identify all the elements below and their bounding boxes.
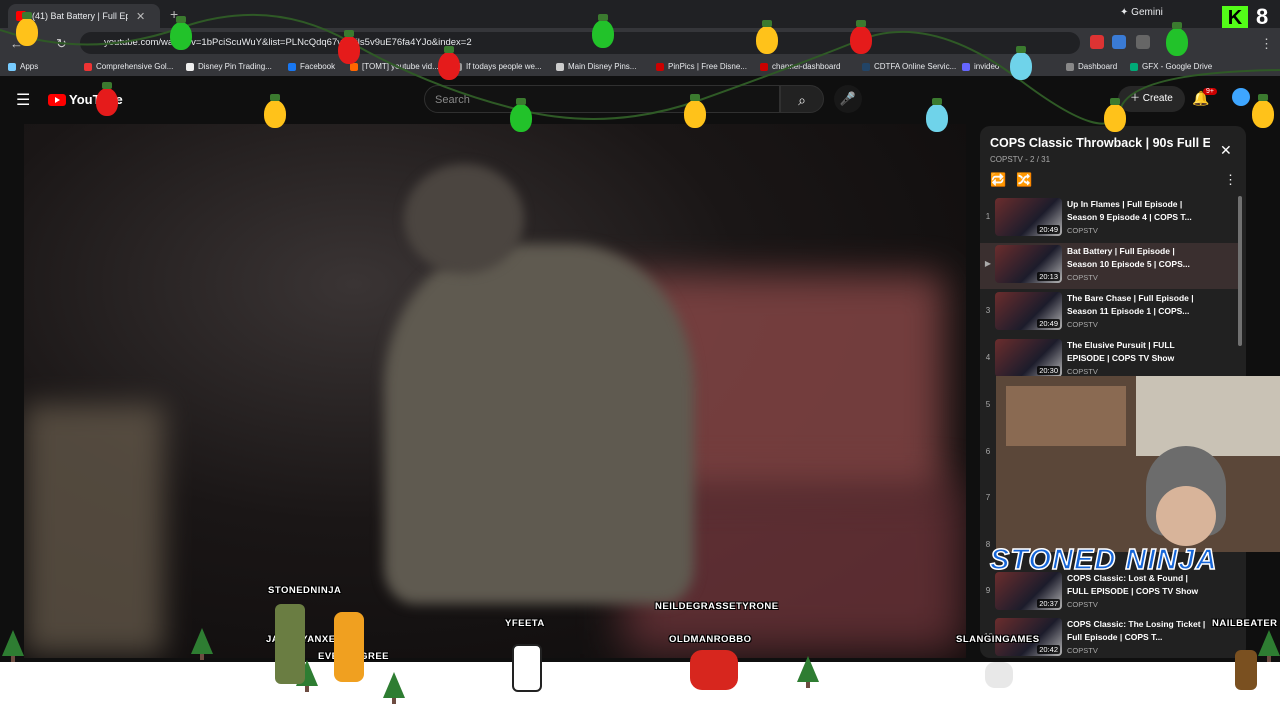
christmas-light-icon: [684, 94, 706, 128]
playlist-item-title[interactable]: COPS Classic: The Losing Ticket | Full E…: [1067, 618, 1207, 644]
chatter-name: NAILBEATER: [1212, 618, 1278, 629]
playlist-item-title[interactable]: The Bare Chase | Full Episode | Season 1…: [1067, 292, 1207, 318]
video-thumbnail[interactable]: 20:49: [995, 198, 1062, 236]
christmas-light-icon: [1252, 94, 1274, 128]
playlist-channel[interactable]: COPSTV: [990, 155, 1023, 164]
playlist-item-index: 6: [985, 447, 991, 456]
playlist-item[interactable]: 1 20:49 Up In Flames | Full Episode | Se…: [980, 196, 1242, 242]
playlist-item-channel: COPSTV: [1067, 646, 1098, 655]
duration-badge: 20:49: [1037, 319, 1060, 328]
christmas-light-icon: [16, 12, 38, 46]
chatter-name: SLANGINGAMES: [956, 634, 1040, 645]
christmas-light-icon: [850, 20, 872, 54]
christmas-light-icon: [1104, 98, 1126, 132]
video-frame-shape: [24, 404, 164, 654]
playlist-item-channel: COPSTV: [1067, 367, 1098, 376]
christmas-light-icon: [1166, 22, 1188, 56]
video-thumbnail[interactable]: 20:30: [995, 339, 1062, 377]
playlist-item-title[interactable]: The Elusive Pursuit | FULL EPISODE | COP…: [1067, 339, 1207, 365]
streamer-name-banner: STONED NINJA: [989, 543, 1218, 577]
christmas-light-icon: [264, 94, 286, 128]
playlist-item-index: 5: [985, 400, 991, 409]
duration-badge: 20:37: [1037, 599, 1060, 608]
now-playing-icon: ▶: [984, 259, 992, 268]
playlist-scrollbar[interactable]: [1238, 196, 1242, 346]
playlist-item-channel: COPSTV: [1067, 273, 1098, 282]
close-icon[interactable]: ✕: [1220, 142, 1232, 159]
tree-icon: [2, 630, 24, 662]
christmas-light-icon: [510, 98, 532, 132]
webcam-shape: [1136, 376, 1280, 456]
playlist-item-title[interactable]: Up In Flames | Full Episode | Season 9 E…: [1067, 198, 1207, 224]
christmas-light-icon: [926, 98, 948, 132]
video-player[interactable]: [24, 124, 966, 658]
playlist-item-active[interactable]: ▶ 20:13 Bat Battery | Full Episode | Sea…: [980, 243, 1242, 289]
duration-badge: 20:42: [1037, 645, 1060, 654]
more-options-icon[interactable]: ⋮: [1224, 172, 1237, 188]
christmas-light-icon: [438, 46, 460, 80]
video-thumbnail[interactable]: 20:37: [995, 572, 1062, 610]
chatter-avatar-sprite: [690, 650, 738, 690]
christmas-light-icon: [592, 14, 614, 48]
playlist-item-index: 1: [985, 212, 991, 221]
playlist-item-channel: COPSTV: [1067, 600, 1098, 609]
light-string-wire: [0, 13, 1280, 125]
video-frame-shape: [404, 164, 524, 274]
duration-badge: 20:13: [1037, 272, 1060, 281]
playlist-meta: COPSTV - 2 / 31: [990, 155, 1051, 164]
tree-icon: [797, 656, 819, 688]
chatter-name: OLDMANROBBO: [669, 634, 752, 645]
playlist-item-title[interactable]: Bat Battery | Full Episode | Season 10 E…: [1067, 245, 1207, 271]
loop-icon[interactable]: 🔁: [990, 172, 1006, 188]
chatter-avatar-sprite: [334, 612, 364, 682]
chatter-name: STONEDNINJA: [268, 585, 342, 596]
chatter-name: YFEETA: [505, 618, 545, 629]
playlist-item-index: 7: [985, 493, 991, 502]
tree-icon: [383, 672, 405, 704]
snow-ground: [0, 662, 1280, 720]
playlist-item-channel: COPSTV: [1067, 226, 1098, 235]
tree-icon: [1258, 630, 1280, 662]
video-frame-shape: [384, 244, 694, 604]
duration-badge: 20:30: [1037, 366, 1060, 375]
video-thumbnail[interactable]: 20:13: [995, 245, 1062, 283]
christmas-light-icon: [756, 20, 778, 54]
chatter-avatar-sprite: [275, 604, 305, 684]
shuffle-icon[interactable]: 🔀: [1016, 172, 1032, 188]
chatter-name: NEILDEGRASSETYRONE: [655, 601, 779, 612]
webcam-shape: [1156, 486, 1216, 546]
webcam-overlay: [996, 376, 1280, 552]
chatter-avatar-sprite: [512, 644, 542, 692]
webcam-shape: [1006, 386, 1126, 446]
playlist-item-channel: COPSTV: [1067, 320, 1098, 329]
tree-icon: [191, 628, 213, 660]
christmas-light-icon: [338, 30, 360, 64]
playlist-item-index: 3: [985, 306, 991, 315]
christmas-light-icon: [170, 16, 192, 50]
playlist-position: 2 / 31: [1030, 155, 1051, 164]
playlist-item[interactable]: 3 20:49 The Bare Chase | Full Episode | …: [980, 290, 1242, 336]
playlist-item-index: 9: [985, 586, 991, 595]
christmas-light-icon: [1010, 46, 1032, 80]
playlist-item-index: 4: [985, 353, 991, 362]
chatter-avatar-sprite: [1235, 650, 1257, 690]
duration-badge: 20:49: [1037, 225, 1060, 234]
chatter-avatar-sprite: [985, 662, 1013, 688]
video-thumbnail[interactable]: 20:49: [995, 292, 1062, 330]
christmas-light-icon: [96, 82, 118, 116]
